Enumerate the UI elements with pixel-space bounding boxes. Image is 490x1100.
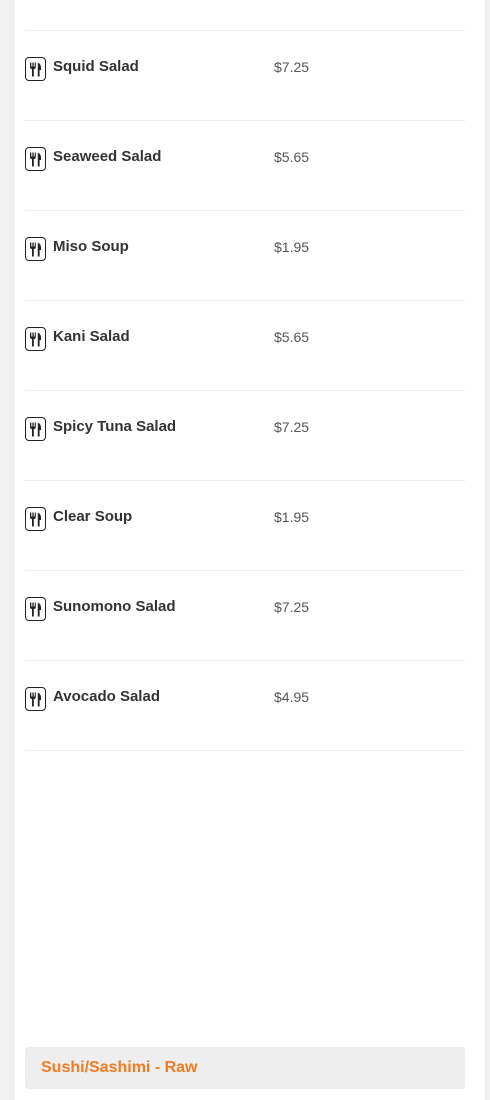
utensils-icon <box>25 327 46 351</box>
menu-item-avocado-salad[interactable]: Avocado Salad $4.95 <box>25 661 465 751</box>
menu-item-squid-salad[interactable]: Squid Salad $7.25 <box>25 31 465 121</box>
item-price: $7.25 <box>274 599 310 615</box>
utensils-icon <box>25 147 46 171</box>
item-price: $1.95 <box>274 509 310 525</box>
item-price: $5.65 <box>274 329 310 345</box>
menu-item-clear-soup[interactable]: Clear Soup $1.95 <box>25 481 465 571</box>
utensils-icon <box>25 57 46 81</box>
item-name: Clear Soup <box>53 508 133 525</box>
item-name: Avocado Salad <box>53 688 160 705</box>
item-price: $4.95 <box>274 689 310 705</box>
menu-list: Squid Salad $7.25 Seaweed Salad $5.65 Mi… <box>25 30 465 751</box>
menu-item-sunomono-salad[interactable]: Sunomono Salad $7.25 <box>25 571 465 661</box>
menu-item-kani-salad[interactable]: Kani Salad $5.65 <box>25 301 465 391</box>
item-name: Squid Salad <box>53 58 139 75</box>
item-price: $1.95 <box>274 239 310 255</box>
utensils-icon <box>25 507 46 531</box>
item-price: $7.25 <box>274 419 310 435</box>
menu-item-miso-soup[interactable]: Miso Soup $1.95 <box>25 211 465 301</box>
section-header[interactable]: Sushi/Sashimi - Raw <box>25 1047 465 1089</box>
item-name: Spicy Tuna Salad <box>53 418 177 435</box>
menu-panel: Squid Salad $7.25 Seaweed Salad $5.65 Mi… <box>15 0 485 1100</box>
item-price: $7.25 <box>274 59 310 75</box>
menu-item-seaweed-salad[interactable]: Seaweed Salad $5.65 <box>25 121 465 211</box>
item-name: Seaweed Salad <box>53 148 162 165</box>
utensils-icon <box>25 417 46 441</box>
item-price: $5.65 <box>274 149 310 165</box>
item-name: Kani Salad <box>53 328 130 345</box>
utensils-icon <box>25 597 46 621</box>
item-name: Miso Soup <box>53 238 129 255</box>
menu-item-spicy-tuna-salad[interactable]: Spicy Tuna Salad $7.25 <box>25 391 465 481</box>
utensils-icon <box>25 237 46 261</box>
utensils-icon <box>25 687 46 711</box>
item-name: Sunomono Salad <box>53 598 176 615</box>
section-title: Sushi/Sashimi - Raw <box>41 1059 198 1076</box>
